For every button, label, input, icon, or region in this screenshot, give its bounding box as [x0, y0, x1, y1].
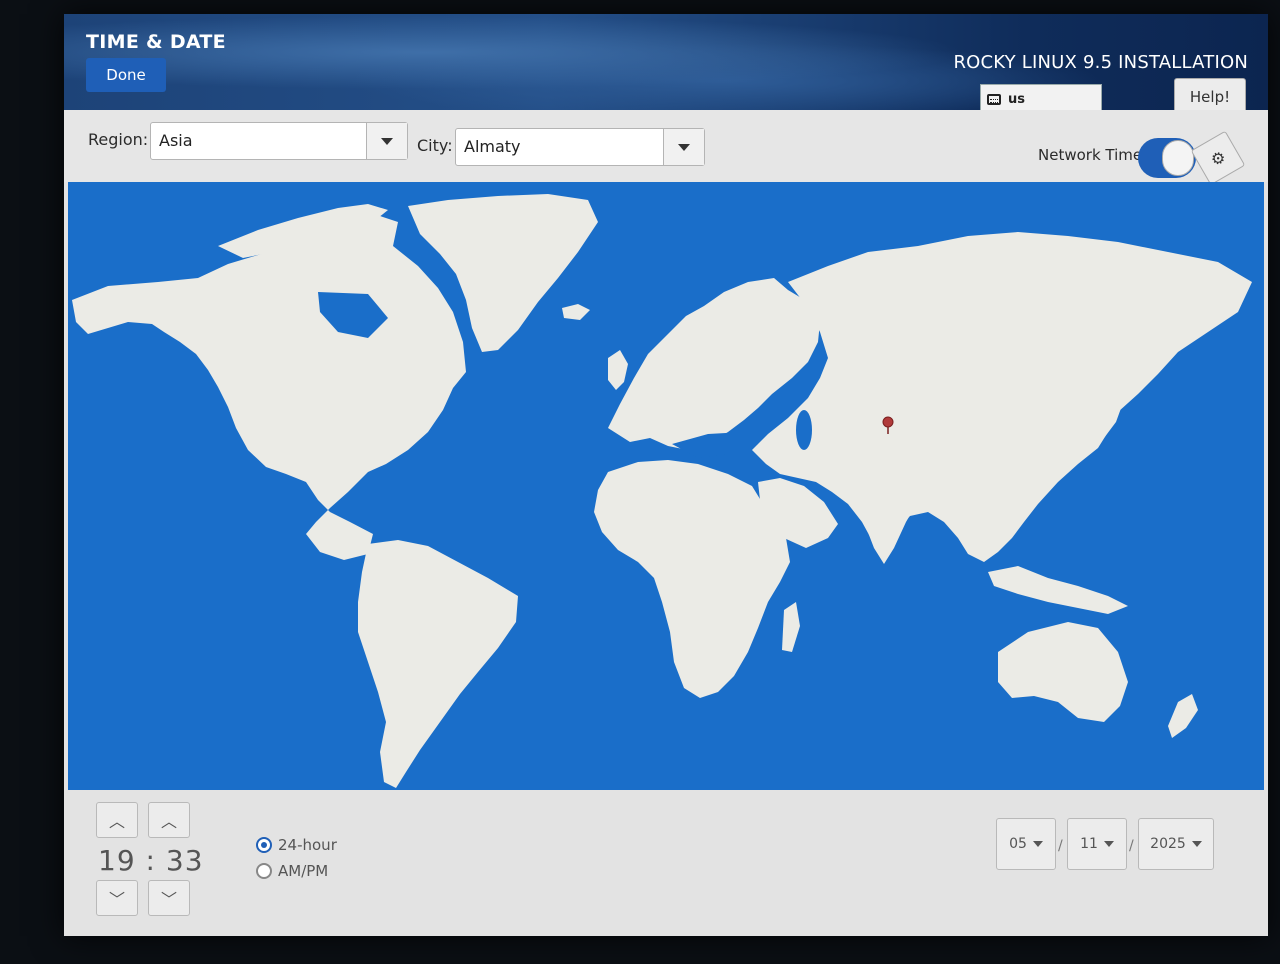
timezone-toolbar: Region: Asia City: Almaty Network Time: [64, 110, 1268, 182]
chevron-down-icon: ﹀: [160, 890, 177, 909]
day-combobox[interactable]: 11: [1067, 818, 1127, 870]
chevron-up-icon: ︿: [108, 812, 125, 831]
city-label: City:: [417, 136, 453, 155]
region-value: Asia: [159, 131, 193, 150]
hour-down-button[interactable]: ﹀: [96, 880, 138, 916]
product-title: ROCKY LINUX 9.5 INSTALLATION: [953, 52, 1248, 73]
keyboard-layout-label: us: [1008, 91, 1025, 107]
format-ampm-radio[interactable]: [256, 863, 272, 879]
network-time-toggle[interactable]: [1138, 138, 1196, 178]
caspian-sea: [796, 410, 812, 450]
done-button[interactable]: Done: [86, 58, 166, 92]
page-title: TIME & DATE: [86, 31, 226, 53]
minute-value: 33: [165, 844, 204, 877]
year-value: 2025: [1150, 836, 1186, 852]
format-ampm-label: AM/PM: [278, 862, 329, 880]
region-combobox[interactable]: Asia: [150, 122, 408, 160]
format-24h-radio[interactable]: [256, 837, 272, 853]
day-value: 11: [1080, 836, 1098, 852]
region-label: Region:: [88, 130, 149, 149]
hour-value: 19: [98, 844, 136, 877]
date-separator: /: [1058, 838, 1063, 854]
city-value: Almaty: [464, 137, 521, 156]
chevron-up-icon: ︿: [160, 812, 177, 831]
month-combobox[interactable]: 05: [996, 818, 1056, 870]
year-combobox[interactable]: 2025: [1138, 818, 1214, 870]
toggle-knob: [1162, 140, 1194, 176]
city-combobox[interactable]: Almaty: [455, 128, 705, 166]
format-24h-option[interactable]: 24-hour: [256, 836, 337, 854]
chevron-down-icon: [1103, 841, 1114, 847]
date-separator: /: [1129, 838, 1134, 854]
minute-up-button[interactable]: ︿: [148, 802, 190, 838]
format-24h-label: 24-hour: [278, 836, 337, 854]
month-value: 05: [1009, 836, 1027, 852]
format-ampm-option[interactable]: AM/PM: [256, 862, 328, 880]
gear-icon: ⚙: [1207, 146, 1229, 170]
time-separator: :: [145, 844, 156, 877]
hour-up-button[interactable]: ︿: [96, 802, 138, 838]
keyboard-icon: [987, 93, 1001, 105]
chevron-down-icon[interactable]: [663, 129, 704, 165]
minute-down-button[interactable]: ﹀: [148, 880, 190, 916]
chevron-down-icon: [1032, 841, 1043, 847]
chevron-down-icon: [1191, 841, 1202, 847]
time-display: 19 : 33: [98, 844, 204, 877]
header-bar: TIME & DATE Done ROCKY LINUX 9.5 INSTALL…: [64, 14, 1268, 116]
chevron-down-icon: ﹀: [108, 890, 125, 909]
chevron-down-icon[interactable]: [366, 123, 407, 159]
world-map[interactable]: [68, 182, 1264, 790]
network-time-label: Network Time: [1038, 146, 1143, 164]
installer-screen: TIME & DATE Done ROCKY LINUX 9.5 INSTALL…: [64, 14, 1268, 936]
